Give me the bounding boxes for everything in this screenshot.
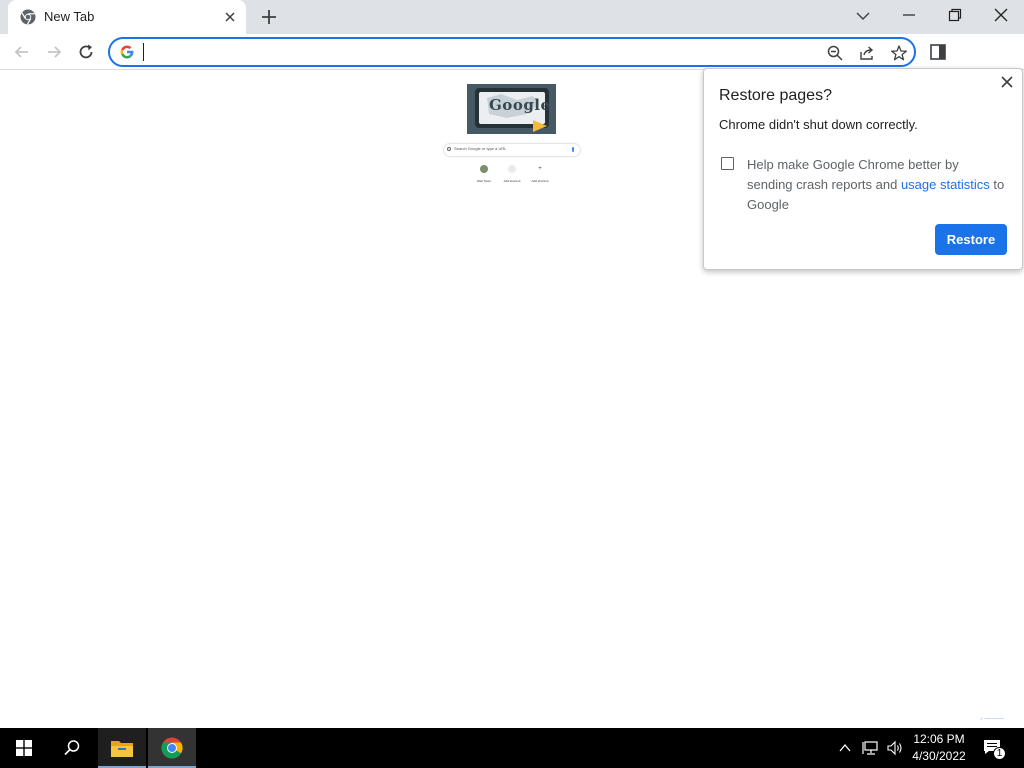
file-explorer-button[interactable] xyxy=(98,728,146,768)
watermark: ✓ ─────── xyxy=(980,716,1005,721)
ntp-search-box[interactable]: Search Google or type a URL xyxy=(444,144,580,156)
checkbox-label: Help make Google Chrome better by sendin… xyxy=(747,155,1007,215)
mic-icon xyxy=(572,147,574,152)
share-icon[interactable] xyxy=(858,44,876,62)
address-bar[interactable] xyxy=(108,37,916,67)
new-tab-button[interactable] xyxy=(259,7,279,27)
search-icon xyxy=(447,147,451,151)
chromium-icon xyxy=(20,9,36,25)
close-window-button[interactable] xyxy=(992,6,1010,24)
dialog-title: Restore pages? xyxy=(719,87,832,104)
shortcut-icon xyxy=(508,165,516,173)
ntp-search-placeholder: Search Google or type a URL xyxy=(454,146,507,151)
network-icon[interactable] xyxy=(862,740,880,756)
dialog-message: Chrome didn't shut down correctly. xyxy=(719,117,918,132)
doodle-text: Google xyxy=(489,96,551,114)
clock-date: 4/30/2022 xyxy=(912,749,966,763)
chevron-up-icon[interactable] xyxy=(838,741,852,755)
close-icon[interactable] xyxy=(1000,75,1014,89)
reload-icon[interactable] xyxy=(76,42,96,62)
restore-pages-dialog: Restore pages? Chrome didn't shut down c… xyxy=(703,68,1023,270)
shortcut-label: Add shortcut xyxy=(531,179,549,183)
side-panel-icon[interactable] xyxy=(928,42,948,62)
shortcut-tile[interactable]: Web Store xyxy=(474,165,494,187)
bookmark-star-icon[interactable] xyxy=(890,44,908,62)
chrome-icon xyxy=(161,737,183,759)
tab-search-chevron-icon[interactable] xyxy=(854,7,872,25)
forward-icon[interactable] xyxy=(44,42,64,62)
clock-time: 12:06 PM xyxy=(913,732,965,746)
browser-toolbar xyxy=(0,34,1024,99)
start-icon xyxy=(16,740,32,756)
volume-icon[interactable] xyxy=(886,740,904,756)
shortcut-icon xyxy=(480,165,488,173)
google-doodle[interactable]: Google xyxy=(467,84,556,134)
back-icon[interactable] xyxy=(12,42,32,62)
plus-icon: + xyxy=(536,165,544,173)
restore-window-button[interactable] xyxy=(946,6,964,24)
start-button[interactable] xyxy=(0,728,48,768)
tab-title: New Tab xyxy=(44,9,95,24)
usage-statistics-link[interactable]: usage statistics xyxy=(901,177,990,192)
action-center-button[interactable]: 1 xyxy=(980,738,1008,760)
notification-badge: 1 xyxy=(993,747,1006,760)
chrome-taskbar-button[interactable] xyxy=(148,728,196,768)
taskbar-search-button[interactable] xyxy=(48,728,96,768)
tab-close-icon[interactable] xyxy=(222,9,238,25)
text-caret xyxy=(143,43,144,61)
google-g-icon xyxy=(120,45,134,59)
taskbar: 12:06 PM 4/30/2022 1 xyxy=(0,728,1024,768)
system-clock[interactable]: 12:06 PM 4/30/2022 xyxy=(908,731,970,765)
restore-button[interactable]: Restore xyxy=(935,224,1007,255)
minimize-button[interactable] xyxy=(900,6,918,24)
address-input[interactable] xyxy=(142,42,782,62)
usage-stats-checkbox[interactable] xyxy=(721,157,734,170)
shortcut-tile[interactable]: + Add shortcut xyxy=(530,165,550,187)
zoom-out-icon[interactable] xyxy=(826,44,844,62)
tab-new-tab[interactable]: New Tab xyxy=(8,0,246,34)
title-bar: New Tab xyxy=(0,0,1024,34)
shortcut-label: Web Store xyxy=(476,179,492,183)
shortcut-tile[interactable]: Add shortcut xyxy=(502,165,522,187)
shortcut-label: Add shortcut xyxy=(503,179,521,183)
file-explorer-icon xyxy=(111,741,133,757)
search-icon xyxy=(64,740,80,756)
